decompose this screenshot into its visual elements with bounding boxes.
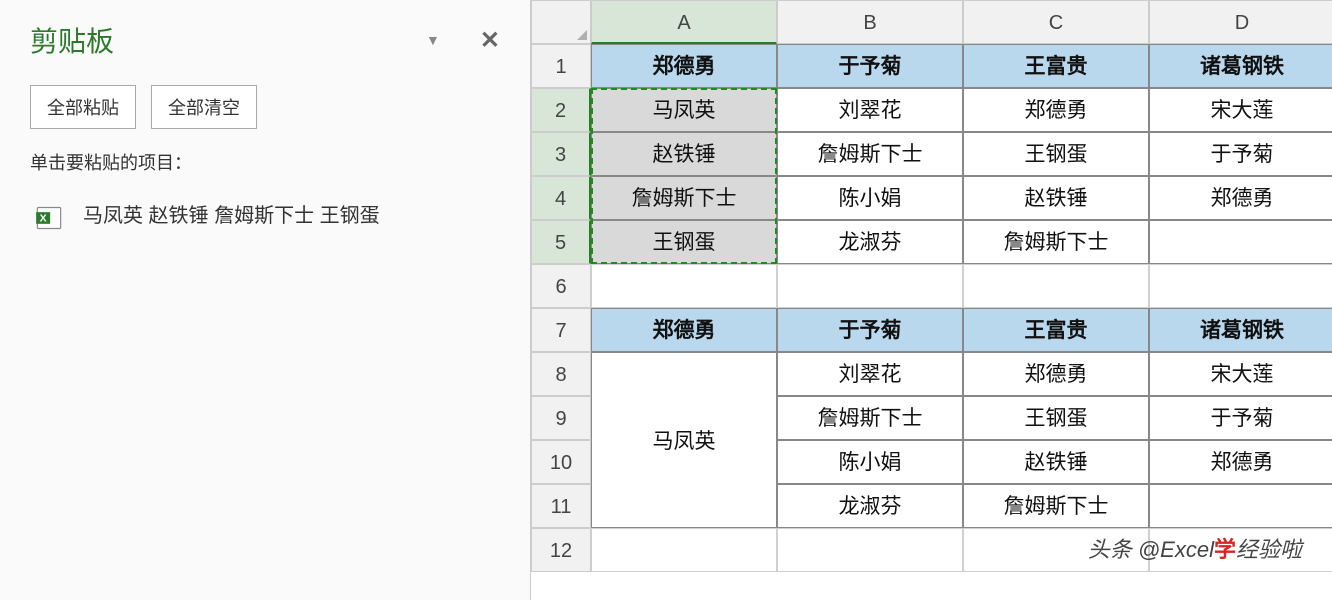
select-all-corner[interactable] [531,0,591,44]
cell-a1[interactable]: 郑德勇 [591,44,777,88]
cell-b8[interactable]: 刘翠花 [777,352,963,396]
cell-d3[interactable]: 于予菊 [1149,132,1332,176]
cell-c8[interactable]: 郑德勇 [963,352,1149,396]
row-header-10[interactable]: 10 [531,440,591,484]
cell-a5[interactable]: 王钢蛋 [591,220,777,264]
cell-c5[interactable]: 詹姆斯下士 [963,220,1149,264]
row-header-5[interactable]: 5 [531,220,591,264]
clipboard-panel: 剪贴板 ▼ ✕ 全部粘贴 全部清空 单击要粘贴的项目： X 马凤英 赵铁锤 詹姆… [0,0,530,600]
watermark: 头条 @Excel学经验啦 [1088,532,1302,564]
watermark-red: 学 [1214,537,1236,562]
clipboard-instruction: 单击要粘贴的项目： [30,149,500,175]
cell-d10[interactable]: 郑德勇 [1149,440,1332,484]
cell-d9[interactable]: 于予菊 [1149,396,1332,440]
cell-c1[interactable]: 王富贵 [963,44,1149,88]
paste-all-button[interactable]: 全部粘贴 [30,85,136,129]
row-header-9[interactable]: 9 [531,396,591,440]
cell-a6[interactable] [591,264,777,308]
column-header-b[interactable]: B [777,0,963,44]
cell-d11[interactable] [1149,484,1332,528]
cell-b11[interactable]: 龙淑芬 [777,484,963,528]
cell-c7[interactable]: 王富贵 [963,308,1149,352]
row-header-1[interactable]: 1 [531,44,591,88]
row-header-12[interactable]: 12 [531,528,591,572]
watermark-suffix: 经验啦 [1236,537,1302,562]
cell-b12[interactable] [777,528,963,572]
cell-d1[interactable]: 诸葛钢铁 [1149,44,1332,88]
row-header-6[interactable]: 6 [531,264,591,308]
spreadsheet-area: A B C D 1 郑德勇 于予菊 王富贵 诸葛钢铁 2 马凤英 刘翠花 郑德勇… [530,0,1332,600]
row-header-3[interactable]: 3 [531,132,591,176]
row-header-7[interactable]: 7 [531,308,591,352]
cell-c3[interactable]: 王钢蛋 [963,132,1149,176]
panel-options-dropdown[interactable]: ▼ [426,32,440,48]
cell-b3[interactable]: 詹姆斯下士 [777,132,963,176]
row-header-4[interactable]: 4 [531,176,591,220]
cell-b6[interactable] [777,264,963,308]
clipboard-item-text: 马凤英 赵铁锤 詹姆斯下士 王钢蛋 [83,200,380,232]
cell-b5[interactable]: 龙淑芬 [777,220,963,264]
cell-b7[interactable]: 于予菊 [777,308,963,352]
cell-a7[interactable]: 郑德勇 [591,308,777,352]
cell-b9[interactable]: 詹姆斯下士 [777,396,963,440]
clipboard-title: 剪贴板 [30,20,426,60]
cell-c9[interactable]: 王钢蛋 [963,396,1149,440]
watermark-prefix: 头条 @Excel [1088,537,1214,562]
clear-all-button[interactable]: 全部清空 [151,85,257,129]
cell-d2[interactable]: 宋大莲 [1149,88,1332,132]
close-panel-button[interactable]: ✕ [480,26,500,55]
row-header-2[interactable]: 2 [531,88,591,132]
cell-a8-merged[interactable]: 马凤英 [591,352,777,528]
clipboard-item[interactable]: X 马凤英 赵铁锤 詹姆斯下士 王钢蛋 [30,195,500,237]
cell-c2[interactable]: 郑德勇 [963,88,1149,132]
cell-c11[interactable]: 詹姆斯下士 [963,484,1149,528]
column-header-a[interactable]: A [591,0,777,44]
svg-text:X: X [40,213,47,225]
clipboard-header: 剪贴板 ▼ ✕ [30,20,500,60]
cell-b10[interactable]: 陈小娟 [777,440,963,484]
cell-a2[interactable]: 马凤英 [591,88,777,132]
cell-b2[interactable]: 刘翠花 [777,88,963,132]
cell-b4[interactable]: 陈小娟 [777,176,963,220]
row-header-11[interactable]: 11 [531,484,591,528]
column-header-d[interactable]: D [1149,0,1332,44]
cell-a3[interactable]: 赵铁锤 [591,132,777,176]
cell-d7[interactable]: 诸葛钢铁 [1149,308,1332,352]
cell-c6[interactable] [963,264,1149,308]
cell-a4[interactable]: 詹姆斯下士 [591,176,777,220]
column-header-c[interactable]: C [963,0,1149,44]
cell-a12[interactable] [591,528,777,572]
spreadsheet-grid: A B C D 1 郑德勇 于予菊 王富贵 诸葛钢铁 2 马凤英 刘翠花 郑德勇… [531,0,1332,572]
cell-d4[interactable]: 郑德勇 [1149,176,1332,220]
cell-d5[interactable] [1149,220,1332,264]
cell-d8[interactable]: 宋大莲 [1149,352,1332,396]
cell-b1[interactable]: 于予菊 [777,44,963,88]
row-header-8[interactable]: 8 [531,352,591,396]
cell-c10[interactable]: 赵铁锤 [963,440,1149,484]
clipboard-buttons: 全部粘贴 全部清空 [30,85,500,129]
cell-c4[interactable]: 赵铁锤 [963,176,1149,220]
excel-file-icon: X [35,204,63,232]
cell-d6[interactable] [1149,264,1332,308]
